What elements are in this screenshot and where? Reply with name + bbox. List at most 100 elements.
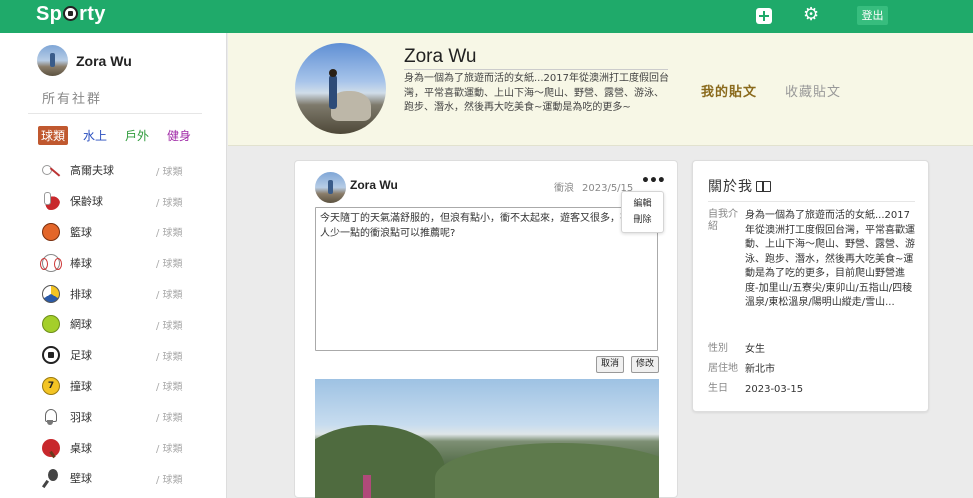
list-item[interactable]: 保齡球 / 球類 [42,186,192,217]
sport-name: 羽球 [70,410,92,424]
sporty-logo[interactable]: Sp rty [36,3,106,26]
sport-category: / 球類 [156,290,183,302]
avatar-head [329,69,337,77]
sport-name: 足球 [70,349,92,363]
list-item[interactable]: 壁球 / 球類 [42,463,192,494]
tab-saved-posts[interactable]: 收藏貼文 [785,81,841,100]
post-author: Zora Wu [350,178,398,192]
about-card: 關於我 自我介紹 身為一個為了旅遊而活的女紙...2017年從澳洲打工度假回台灣… [692,160,929,412]
city-value: 新北市 [745,364,775,375]
sport-category: / 球類 [156,166,183,178]
volleyball-icon [42,284,60,303]
profile-divider [404,69,668,70]
profile-bio: 身為一個為了旅遊而活的女紙...2017年從澳洲打工度假回台灣，平常喜歡運動、上… [404,73,669,113]
avatar-person [329,75,337,109]
avatar-rock [331,91,371,121]
sidebar: Zora Wu 所有社群 球類 水上 戶外 健身 高爾夫球 / 球類 保齡球 / 球… [0,33,227,498]
book-icon [756,181,771,192]
post-options-menu: 編輯 刪除 [621,191,664,233]
cancel-button[interactable]: 取消 [596,356,624,373]
post-image [315,379,659,498]
post-tag: 衝浪 [554,183,574,194]
image-hill [435,443,659,498]
soccer-ball-icon [63,6,79,21]
menu-item-edit[interactable]: 編輯 [622,196,663,212]
tab-ball[interactable]: 球類 [38,126,69,145]
bowling-icon [42,192,60,211]
sport-name: 桌球 [70,441,92,455]
top-bar: Sp rty ⚙ 登出 [0,0,973,33]
post-content-input[interactable]: 今天隨丁的天氣滿舒服的，但浪有點小，衝不太起來，遊客又很多，有附近人少一點的衝浪… [315,207,658,351]
basketball-icon [42,222,60,241]
list-item[interactable]: 桌球 / 球類 [42,432,192,463]
sidebar-divider [28,113,202,114]
profile-avatar [295,43,386,134]
logo-text-start: Sp [36,3,63,25]
sport-category: / 球類 [156,228,183,240]
list-item[interactable]: 棒球 / 球類 [40,247,192,278]
sport-category: / 球類 [156,197,183,209]
more-options-icon[interactable]: ••• [641,173,666,189]
sport-name: 網球 [70,318,92,332]
gear-icon[interactable]: ⚙ [803,6,819,24]
sport-category: / 球類 [156,259,183,271]
sidebar-username: Zora Wu [76,52,132,69]
sport-list: 高爾夫球 / 球類 保齡球 / 球類 籃球 / 球類 棒球 / 球類 排球 / 球類 網球… [40,155,192,494]
gender-value: 女生 [745,344,765,355]
sport-category: / 球類 [156,382,183,394]
sport-name: 籃球 [70,225,92,239]
post-author-avatar [315,172,346,203]
sport-name: 排球 [70,287,92,301]
tab-outdoor[interactable]: 戶外 [122,126,152,145]
profile-name: Zora Wu [404,46,477,67]
badminton-icon [42,408,60,426]
golf-icon [42,165,52,176]
tab-water[interactable]: 水上 [80,126,110,145]
list-item[interactable]: 高爾夫球 / 球類 [42,155,192,186]
list-item[interactable]: 網球 / 球類 [42,309,192,340]
tennis-icon [42,315,60,334]
all-communities-heading: 所有社群 [42,92,103,107]
table-tennis-icon [42,438,60,457]
list-item[interactable]: 足球 / 球類 [42,340,192,371]
sport-category: / 球類 [156,413,183,425]
gender-label: 性別 [708,343,728,354]
birthday-value: 2023-03-15 [745,384,804,395]
image-hill [315,425,445,498]
post-card: Zora Wu 衝浪 2023/5/15 ••• 編輯 刪除 今天隨丁的天氣滿舒服… [294,160,678,498]
sport-category: / 球類 [156,474,183,486]
birthday-label: 生日 [708,383,728,394]
about-divider [708,201,915,202]
category-tabs: 球類 水上 戶外 健身 [38,126,194,145]
avatar [37,45,68,76]
sport-name: 保齡球 [70,195,103,209]
sport-name: 棒球 [70,256,92,270]
sidebar-user[interactable]: Zora Wu [37,45,132,76]
baseball-icon [40,253,62,272]
tab-my-posts[interactable]: 我的貼文 [701,81,757,100]
tab-fitness[interactable]: 健身 [164,126,194,145]
about-title-text: 關於我 [708,179,753,195]
logo-text-end: rty [79,3,106,25]
about-title: 關於我 [708,176,771,196]
sport-category: / 球類 [156,444,183,456]
city-label: 居住地 [708,363,738,374]
list-item[interactable]: 排球 / 球類 [42,278,192,309]
list-item[interactable]: 籃球 / 球類 [42,217,192,248]
sport-category: / 球類 [156,320,183,332]
sport-name: 壁球 [70,472,92,486]
save-edit-button[interactable]: 修改 [631,356,659,373]
sport-category: / 球類 [156,351,183,363]
menu-item-delete[interactable]: 刪除 [622,212,663,228]
sport-name: 撞球 [70,379,92,393]
bio-label: 自我介紹 [708,209,738,232]
add-post-icon[interactable] [756,8,772,24]
logout-button[interactable]: 登出 [857,6,888,25]
list-item[interactable]: 撞球 / 球類 [42,371,192,402]
profile-header: Zora Wu 身為一個為了旅遊而活的女紙...2017年從澳洲打工度假回台灣，… [228,33,973,146]
soccer-icon [42,346,60,365]
avatar [315,172,346,203]
bio-value: 身為一個為了旅遊而活的女紙...2017年從澳洲打工度假回台灣，平常喜歡運動、上… [745,210,915,308]
list-item[interactable]: 羽球 / 球類 [42,401,192,432]
billiards-icon [42,376,60,395]
